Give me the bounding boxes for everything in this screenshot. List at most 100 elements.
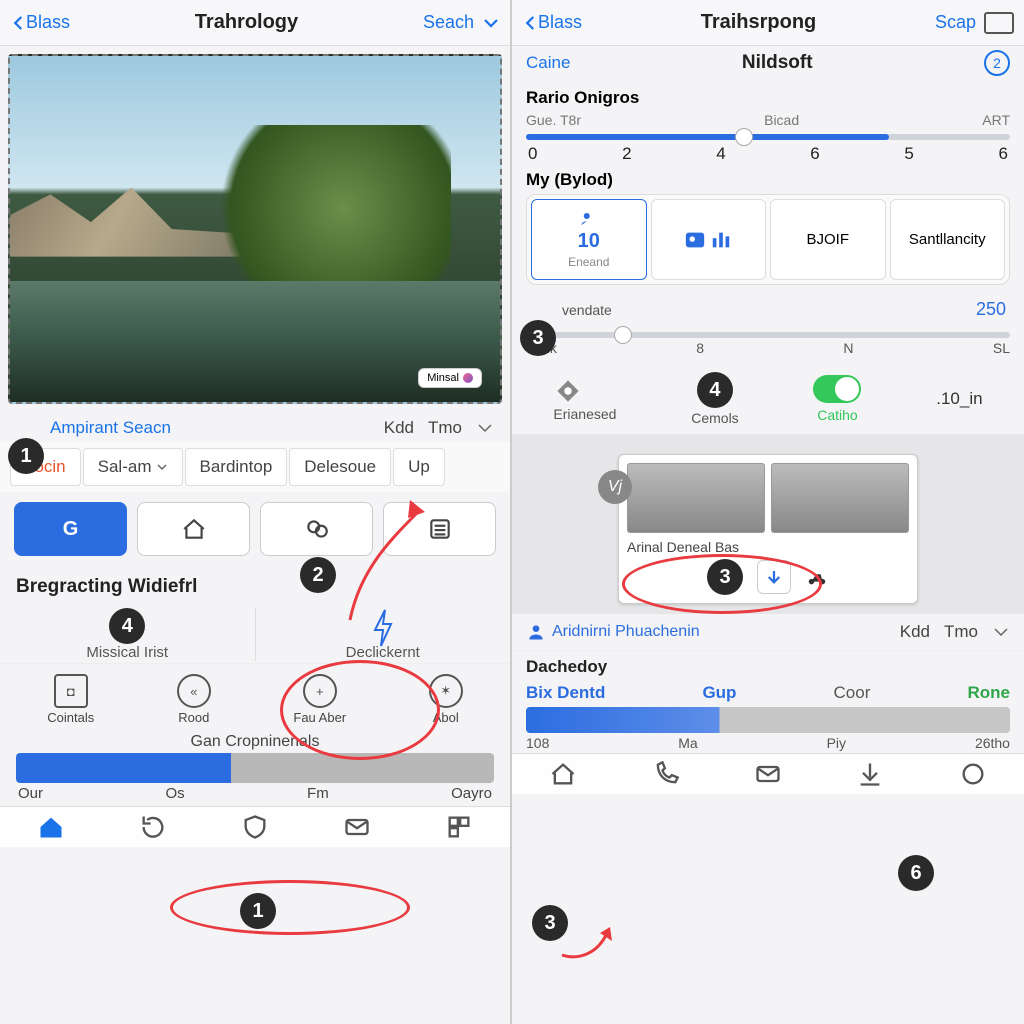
list-button[interactable] — [383, 502, 496, 556]
left-pane: Blass Trahrology Seach Minsal 1 Ampirant… — [0, 0, 512, 1024]
thumb-image — [627, 463, 765, 533]
user-card-icon — [684, 229, 706, 251]
chat-button[interactable] — [260, 502, 373, 556]
refresh-icon[interactable] — [136, 813, 170, 841]
thumb-box[interactable]: Arinal Deneal Bas 3 — [618, 454, 918, 604]
scale-numbers: 024656 — [526, 142, 1010, 164]
back-button[interactable]: Blass — [10, 12, 70, 33]
dach-ticks: 108MaPiy26tho — [512, 733, 1024, 753]
callout-marker-2: 2 — [300, 557, 336, 593]
my-bylod-label: My (Bylod) — [526, 170, 1010, 190]
header: Blass Trahrology Seach — [0, 0, 510, 46]
search-link[interactable]: Seach — [423, 12, 500, 33]
tab-bardintop[interactable]: Bardintop — [185, 448, 288, 486]
download-button[interactable] — [757, 560, 791, 594]
aridnirni-row: Aridnirni Phuachenin Kdd Tmo — [512, 614, 1024, 650]
tmo-label: Tmo — [428, 418, 462, 438]
ampirant-link[interactable]: Ampirant Seacn — [50, 418, 171, 438]
chip-bixdentd[interactable]: Bix Dentd — [526, 683, 605, 703]
chevron-down-icon — [156, 461, 168, 473]
seg-bjoif[interactable]: BJOIF — [770, 199, 886, 280]
right-pane: Blass Traihsrpong Scap Caine Nildsoft 2 … — [512, 0, 1024, 1024]
hero-badge-label: Minsal — [427, 372, 459, 384]
thumbnail-card: Arinal Deneal Bas 3 Vj — [512, 434, 1024, 614]
mail-icon[interactable] — [340, 813, 374, 841]
seg-santllancity[interactable]: Santllancity — [890, 199, 1006, 280]
widget-missical[interactable]: 4 Missical Irist — [0, 608, 255, 661]
header: Blass Traihsrpong Scap — [512, 0, 1024, 46]
shield-icon[interactable] — [238, 813, 272, 841]
chips-row: Bix Dentd Gup Coor Rone — [512, 679, 1024, 707]
rario-slider[interactable] — [526, 134, 1010, 140]
back-label: Blass — [538, 12, 582, 33]
callout-marker-1: 1 — [8, 438, 44, 474]
rood-button[interactable]: «Rood — [177, 674, 211, 725]
back-button[interactable]: Blass — [522, 12, 582, 33]
tab-bar — [512, 753, 1024, 794]
kdd-tmo-dropdown[interactable]: Kdd Tmo — [900, 622, 1010, 642]
tab-delesoue[interactable]: Delesoue — [289, 448, 391, 486]
slider-thumb[interactable] — [735, 128, 753, 146]
vendate-ticks: Wolk8NSL — [526, 340, 1010, 356]
vendate-label: vendate — [562, 302, 612, 318]
chip-gup[interactable]: Gup — [702, 683, 736, 703]
gan-slider[interactable]: Gan Cropninenals OurOsFmOayro — [0, 729, 510, 806]
home-icon[interactable] — [34, 813, 68, 841]
chip-coor[interactable]: Coor — [834, 683, 871, 703]
mail-icon[interactable] — [751, 760, 785, 788]
motorcycle-icon[interactable] — [805, 566, 829, 588]
cemols-button[interactable]: 4 Cemols — [691, 372, 738, 426]
chevron-down-icon — [476, 419, 494, 437]
abol-button[interactable]: ✶Abol — [429, 674, 463, 725]
download-icon[interactable] — [853, 760, 887, 788]
tab-salam[interactable]: Sal-am — [83, 448, 183, 486]
seg-10[interactable]: 10 Eneand — [531, 199, 647, 280]
phone-icon[interactable] — [649, 760, 683, 788]
thumb-title: Arinal Deneal Bas — [627, 539, 909, 555]
caine-link[interactable]: Caine — [526, 53, 570, 73]
rectangle-icon — [984, 12, 1014, 34]
panel-title: Rario Onigros — [526, 88, 1010, 108]
kdd-tmo-dropdown[interactable]: Kdd Tmo — [384, 418, 494, 438]
g-button[interactable]: G — [14, 502, 127, 556]
widget-declickernt[interactable]: Declickernt — [256, 608, 511, 661]
double-chevron-left-icon: « — [177, 674, 211, 708]
color-dot-icon — [463, 373, 473, 383]
callout-marker-3b: 3 — [532, 905, 568, 941]
home-icon[interactable] — [546, 760, 580, 788]
inch-value: .10_in — [936, 389, 982, 409]
hero-badge[interactable]: Minsal — [418, 368, 482, 388]
badge-2-icon[interactable]: 2 — [984, 50, 1010, 76]
dach-slider[interactable] — [526, 707, 1010, 733]
callout-marker-4: 4 — [697, 372, 733, 408]
vendate-slider[interactable] — [526, 332, 1010, 338]
scap-link[interactable]: Scap — [935, 12, 1014, 34]
diamond-icon — [553, 376, 583, 406]
thumb-image — [771, 463, 909, 533]
rario-panel: Rario Onigros Gue. T8rBicadART 024656 My… — [512, 80, 1024, 293]
tab-strip: Locin Sal-am Bardintop Delesoue Up — [0, 442, 510, 492]
widget-label: Missical Irist — [0, 644, 255, 661]
chip-rone[interactable]: Rone — [967, 683, 1010, 703]
scap-label: Scap — [935, 12, 976, 33]
callout-marker-3: 3 — [520, 320, 556, 356]
page-title: Traihsrpong — [701, 11, 817, 34]
circle-icon[interactable] — [956, 760, 990, 788]
aridnirni-link[interactable]: Aridnirni Phuachenin — [526, 622, 700, 642]
cointals-button[interactable]: ◘Cointals — [47, 674, 94, 725]
subtitle: Nildsoft — [742, 52, 813, 74]
home-outline-button[interactable] — [137, 502, 250, 556]
slider-thumb[interactable] — [614, 326, 632, 344]
tab-up[interactable]: Up — [393, 448, 445, 486]
seg-bars[interactable] — [651, 199, 767, 280]
callout-marker-4: 4 — [109, 608, 145, 644]
arrow-down-icon — [765, 568, 783, 586]
slider-track[interactable] — [16, 753, 494, 783]
erianesed-button[interactable]: Erianesed — [553, 376, 616, 422]
plus-icon: + — [303, 674, 337, 708]
toggle-on-icon — [813, 375, 861, 403]
catiho-toggle[interactable]: Catiho — [813, 375, 861, 423]
sub-header: Caine Nildsoft 2 — [512, 46, 1024, 80]
grid-icon[interactable] — [442, 813, 476, 841]
fauaber-button[interactable]: +Fau Aber — [293, 674, 346, 725]
